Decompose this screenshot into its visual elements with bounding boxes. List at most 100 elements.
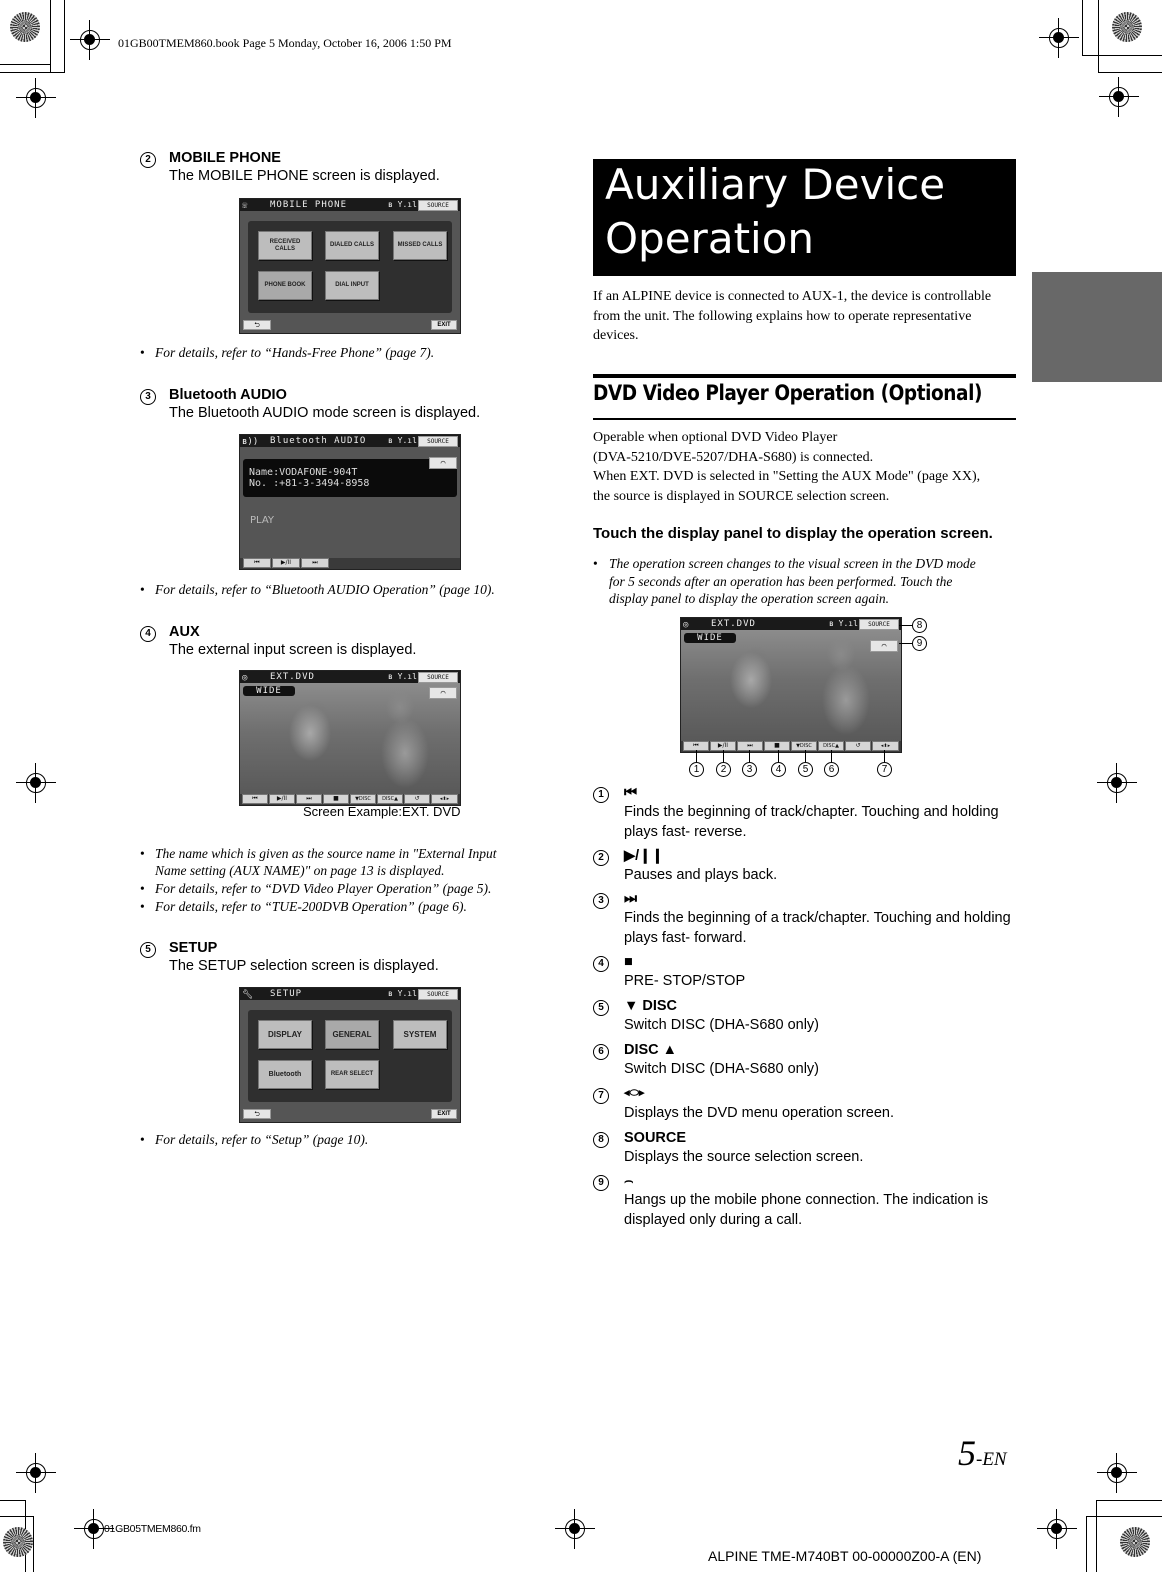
crop-line — [33, 1516, 34, 1572]
callout-5: 5 — [798, 762, 813, 777]
general-button[interactable]: GENERAL — [325, 1020, 379, 1049]
play-pause-button[interactable]: ▶/II — [272, 558, 300, 568]
disc-down-button[interactable]: ▼DISC — [791, 741, 817, 751]
stop-icon: ■ — [624, 954, 633, 970]
callout-leader — [696, 750, 697, 762]
disc-icon: ◎ — [242, 673, 248, 683]
registration-mark-icon — [1099, 77, 1139, 117]
callout-leader — [884, 750, 885, 762]
chapter-tab — [1032, 272, 1162, 382]
disc-down-icon: ▼ DISC — [624, 998, 678, 1014]
hang-up-button[interactable]: ⌒ — [429, 457, 457, 469]
signal-icon: ʙ Y.ıl — [388, 672, 417, 681]
screen-title: EXT.DVD — [711, 619, 756, 629]
signal-icon: ʙ Y.ıl — [829, 619, 858, 628]
next-track-button[interactable]: ⏭ — [737, 741, 763, 751]
return-button[interactable]: ↺ — [845, 741, 871, 751]
screen-title-bar: 🔧︎ SETUP ʙ Y.ıl SOURCE — [240, 988, 460, 1000]
received-calls-button[interactable]: RECEIVED CALLS — [258, 231, 312, 260]
exit-button[interactable]: EXIT — [431, 1109, 457, 1119]
signal-icon: ʙ Y.ıl — [388, 436, 417, 445]
return-icon: ⮌ — [254, 1110, 260, 1118]
display-button[interactable]: DISPLAY — [258, 1020, 312, 1049]
registration-starburst-icon — [1112, 12, 1142, 42]
callout-7: 7 — [877, 762, 892, 777]
play-status: PLAY — [250, 515, 275, 526]
document-code: ALPINE TME-M740BT 00-00000Z00-A (EN) — [708, 1548, 982, 1564]
hang-up-icon: ⌢ — [624, 1173, 634, 1189]
screen-title-bar: ◎ EXT.DVD ʙ Y.ıl SOURCE — [240, 671, 460, 683]
next-track-button[interactable]: ⏭ — [296, 794, 322, 804]
source-button[interactable]: SOURCE — [418, 672, 458, 683]
play-pause-button[interactable]: ▶/II — [269, 794, 295, 804]
crop-line — [0, 64, 50, 65]
screen-title-bar: ☏ MOBILE PHONE ʙ Y.ıl SOURCE — [240, 199, 460, 211]
crop-line — [1098, 72, 1162, 73]
registration-starburst-icon — [10, 12, 40, 42]
registration-mark-icon — [1039, 18, 1079, 58]
dvd-menu-button[interactable]: ◂⬍▸ — [431, 794, 458, 804]
registration-mark-icon — [1097, 763, 1137, 803]
source-button[interactable]: SOURCE — [859, 619, 899, 630]
caller-info-box: Name:VODAFONE-904T No. :+81-3-3494-8958 — [243, 459, 457, 497]
wide-mode-button[interactable]: WIDE — [243, 686, 295, 696]
caller-number: No. :+81-3-3494-8958 — [249, 478, 370, 489]
item-number: 5 — [140, 942, 156, 958]
stop-button[interactable]: ■ — [323, 794, 349, 804]
dvd-menu-button[interactable]: ◂⬍▸ — [872, 741, 899, 751]
crop-line — [1086, 1516, 1087, 1572]
print-header: 01GB00TMEM860.book Page 5 Monday, Octobe… — [118, 36, 452, 50]
return-button[interactable]: ↺ — [404, 794, 430, 804]
item-number: 3 — [140, 389, 156, 405]
next-track-button[interactable]: ⏭ — [301, 558, 329, 568]
source-button[interactable]: SOURCE — [418, 436, 458, 447]
item-number: 2 — [140, 152, 156, 168]
registration-mark-icon — [1097, 1453, 1137, 1493]
phone-book-button[interactable]: PHONE BOOK — [258, 271, 312, 300]
stop-button[interactable]: ■ — [764, 741, 790, 751]
dialed-calls-button[interactable]: DIALED CALLS — [325, 231, 379, 260]
crop-line — [0, 1500, 25, 1501]
rear-select-button[interactable]: REAR SELECT — [325, 1060, 379, 1089]
item-description: The Bluetooth AUDIO mode screen is displ… — [169, 405, 481, 421]
registration-starburst-icon — [3, 1527, 33, 1557]
disc-down-button[interactable]: ▼DISC — [350, 794, 376, 804]
callout-2: 2 — [716, 762, 731, 777]
screen-caption: Screen Example:EXT. DVD — [303, 804, 461, 819]
previous-track-button[interactable]: ⏮ — [243, 558, 271, 568]
screen-title-bar: ◎ EXT.DVD ʙ Y.ıl SOURCE — [681, 618, 901, 630]
screen-title: EXT.DVD — [270, 672, 315, 682]
ext-dvd-screen: ◎ EXT.DVD ʙ Y.ıl SOURCE WIDE ⌒ ⏮ ▶/II ⏭ … — [239, 670, 461, 806]
setup-screen: 🔧︎ SETUP ʙ Y.ıl SOURCE DISPLAY GENERAL S… — [239, 987, 461, 1123]
callout-leader — [805, 750, 806, 762]
item-description: The MOBILE PHONE screen is displayed. — [169, 168, 440, 184]
callout-leader — [831, 750, 832, 762]
system-button[interactable]: SYSTEM — [393, 1020, 447, 1049]
section-heading: DVD Video Player Operation (Optional) — [593, 374, 1016, 420]
crop-line — [1096, 1500, 1162, 1501]
item-description: The external input screen is displayed. — [169, 642, 417, 658]
wide-mode-button[interactable]: WIDE — [684, 633, 736, 643]
back-button[interactable]: ⮌ — [243, 320, 271, 330]
caller-name: Name:VODAFONE-904T — [249, 467, 358, 478]
missed-calls-button[interactable]: MISSED CALLS — [393, 231, 447, 260]
signal-icon: ʙ Y.ıl — [388, 989, 417, 998]
source-button[interactable]: SOURCE — [418, 989, 458, 1000]
phone-icon: ☏ — [242, 201, 248, 211]
bluetooth-button[interactable]: Bluetooth — [258, 1060, 312, 1089]
registration-mark-icon — [16, 763, 56, 803]
skip-forward-icon: ⏭ — [624, 891, 638, 907]
item-title: AUX — [169, 624, 200, 640]
intro-paragraph: If an ALPINE device is connected to AUX-… — [593, 289, 992, 343]
back-button[interactable]: ⮌ — [243, 1109, 271, 1119]
disc-up-button[interactable]: DISC▲ — [377, 794, 403, 804]
dial-input-button[interactable]: DIAL INPUT — [325, 271, 379, 300]
bluetooth-audio-screen: ʙ)) Bluetooth AUDIO ʙ Y.ıl SOURCE Name:V… — [239, 434, 461, 570]
exit-button[interactable]: EXIT — [431, 320, 457, 330]
hang-up-button[interactable]: ⌒ — [429, 687, 457, 699]
previous-track-button[interactable]: ⏮ — [242, 794, 268, 804]
registration-mark-icon — [70, 20, 110, 60]
source-button[interactable]: SOURCE — [418, 200, 458, 211]
hang-up-icon: ⌒ — [440, 688, 446, 697]
hang-up-button[interactable]: ⌒ — [870, 640, 898, 652]
